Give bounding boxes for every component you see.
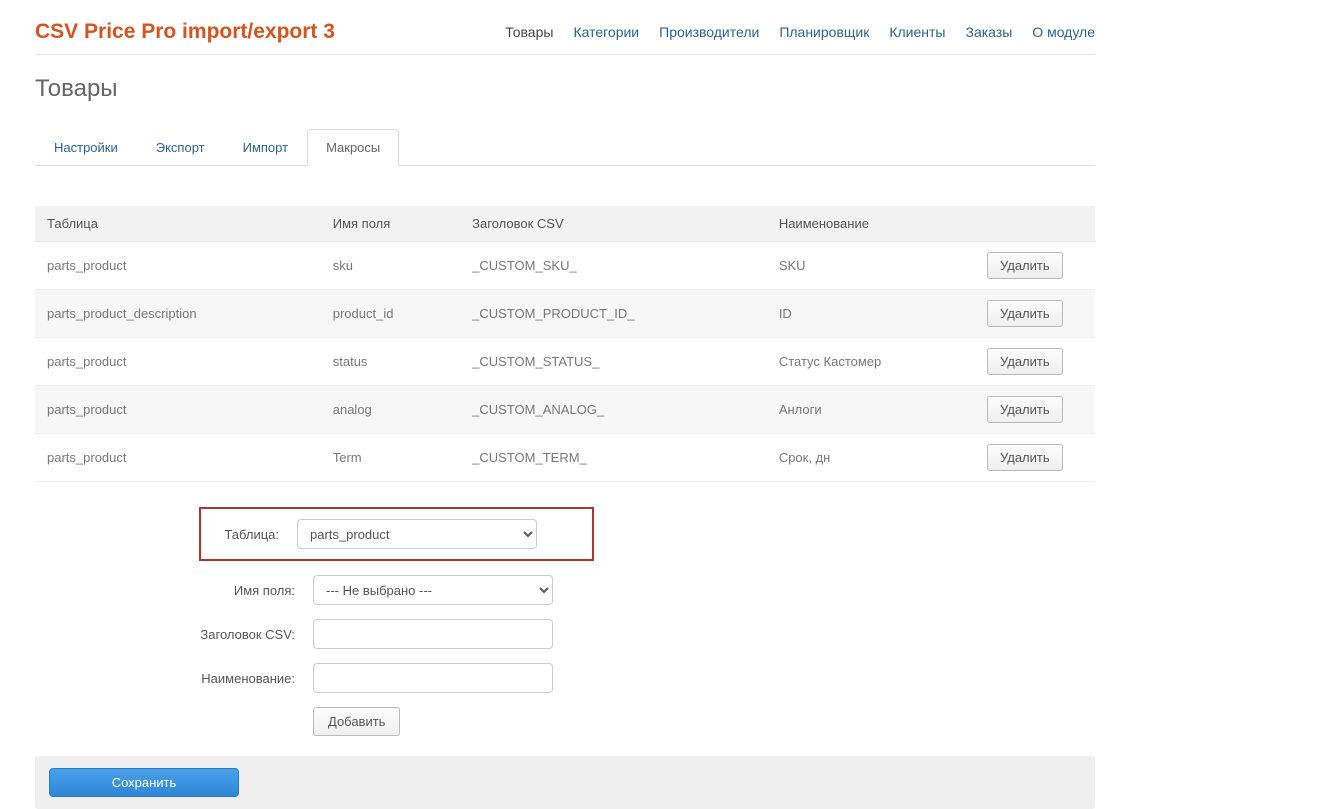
cell-field: status <box>321 338 460 386</box>
input-csv[interactable] <box>313 619 553 649</box>
label-csv: Заголовок CSV: <box>135 627 295 642</box>
nav-link[interactable]: Заказы <box>966 24 1013 40</box>
cell-field: product_id <box>321 290 460 338</box>
tab[interactable]: Макросы <box>307 129 399 166</box>
nav-link[interactable]: Планировщик <box>779 24 869 40</box>
nav-link[interactable]: Товары <box>505 24 553 40</box>
select-table[interactable]: parts_product <box>297 519 537 549</box>
app-brand: CSV Price Pro import/export 3 <box>35 20 335 44</box>
cell-table: parts_product <box>35 338 321 386</box>
nav-link[interactable]: Клиенты <box>889 24 945 40</box>
label-name: Наименование: <box>135 671 295 686</box>
cell-name: Срок, дн <box>767 434 975 482</box>
nav-link[interactable]: Производители <box>659 24 759 40</box>
label-table: Таблица: <box>201 527 279 542</box>
cell-table: parts_product <box>35 434 321 482</box>
table-row: parts_productTerm_CUSTOM_TERM_Срок, дн Уд… <box>35 434 1095 482</box>
table-row: parts_product_descriptionproduct_id_CUST… <box>35 290 1095 338</box>
input-name[interactable] <box>313 663 553 693</box>
cell-field: sku <box>321 242 460 290</box>
cell-field: analog <box>321 386 460 434</box>
cell-csv: _CUSTOM_STATUS_ <box>460 338 767 386</box>
table-row: parts_productanalog_CUSTOM_ANALOG_Анлоги… <box>35 386 1095 434</box>
th-table: Таблица <box>35 206 321 242</box>
page-title: Товары <box>35 75 1095 103</box>
tabs: НастройкиЭкспортИмпортМакросы <box>35 128 1095 166</box>
table-select-highlight: Таблица: parts_product <box>199 507 594 561</box>
label-field: Имя поля: <box>135 583 295 598</box>
cell-name: ID <box>767 290 975 338</box>
th-csv: Заголовок CSV <box>460 206 767 242</box>
cell-csv: _CUSTOM_SKU_ <box>460 242 767 290</box>
tab[interactable]: Экспорт <box>137 129 224 166</box>
nav-link[interactable]: О модуле <box>1032 24 1095 40</box>
cell-name: Статус Кастомер <box>767 338 975 386</box>
delete-button[interactable]: Удалить <box>987 252 1063 279</box>
select-field[interactable]: --- Не выбрано --- <box>313 575 553 605</box>
add-button[interactable]: Добавить <box>313 707 400 736</box>
cell-table: parts_product <box>35 386 321 434</box>
table-row: parts_productstatus_CUSTOM_STATUS_Статус… <box>35 338 1095 386</box>
cell-table: parts_product_description <box>35 290 321 338</box>
cell-table: parts_product <box>35 242 321 290</box>
tab[interactable]: Настройки <box>35 129 137 166</box>
tab[interactable]: Импорт <box>224 129 307 166</box>
cell-name: SKU <box>767 242 975 290</box>
delete-button[interactable]: Удалить <box>987 396 1063 423</box>
delete-button[interactable]: Удалить <box>987 444 1063 471</box>
nav-link[interactable]: Категории <box>573 24 639 40</box>
add-macro-form: Таблица: parts_product Имя поля: --- Не … <box>35 507 1095 736</box>
delete-button[interactable]: Удалить <box>987 348 1063 375</box>
top-nav: Товары Категории Производители Планировщик К… <box>505 24 1095 40</box>
footer-bar: Сохранить <box>35 756 1095 809</box>
th-field: Имя поля <box>321 206 460 242</box>
cell-csv: _CUSTOM_PRODUCT_ID_ <box>460 290 767 338</box>
cell-name: Анлоги <box>767 386 975 434</box>
cell-field: Term <box>321 434 460 482</box>
th-name: Наименование <box>767 206 975 242</box>
th-actions <box>975 206 1095 242</box>
cell-csv: _CUSTOM_TERM_ <box>460 434 767 482</box>
delete-button[interactable]: Удалить <box>987 300 1063 327</box>
cell-csv: _CUSTOM_ANALOG_ <box>460 386 767 434</box>
macros-table: Таблица Имя поля Заголовок CSV Наименова… <box>35 206 1095 482</box>
table-row: parts_productsku_CUSTOM_SKU_SKU Удалить <box>35 242 1095 290</box>
